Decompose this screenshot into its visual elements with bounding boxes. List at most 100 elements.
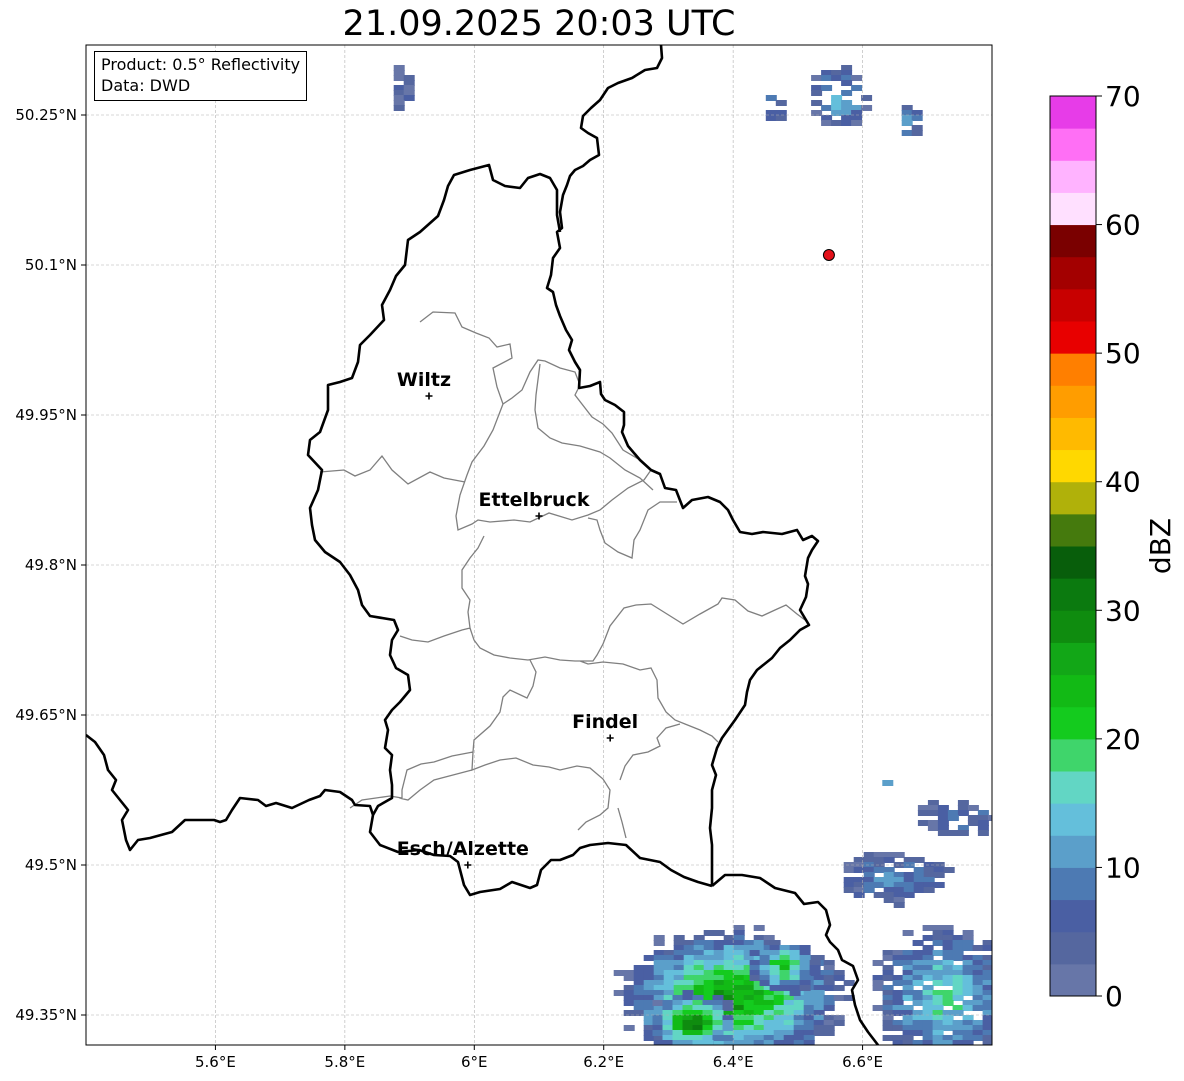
colorbar-segment <box>1050 642 1096 676</box>
lat-tick-label: 50.1°N <box>25 256 77 274</box>
echo-cell <box>952 955 964 961</box>
echo-cell <box>882 1035 894 1041</box>
echo-cell <box>733 1015 745 1021</box>
echo-cell <box>672 1030 684 1036</box>
echo-cell <box>692 1020 704 1026</box>
echo-cell <box>987 815 992 821</box>
echo-cell <box>682 1005 694 1011</box>
echo-cell <box>722 1035 734 1041</box>
echo-cell <box>683 965 695 971</box>
echo-cell <box>933 867 945 873</box>
lon-tick-label: 6.4°E <box>713 1053 754 1071</box>
echo-cell <box>743 1030 755 1036</box>
echo-cell <box>803 1040 815 1045</box>
echo-cell <box>803 1000 815 1006</box>
echo-cell <box>663 1025 675 1031</box>
echo-cell <box>753 1020 765 1026</box>
echo-cell <box>623 970 635 976</box>
echo-cell <box>882 1000 894 1006</box>
lon-tick-label: 6.6°E <box>842 1053 883 1071</box>
echo-cell <box>702 1015 714 1021</box>
echo-cell <box>863 857 875 863</box>
echo-cell <box>773 1015 785 1021</box>
echo-cell <box>663 1035 675 1041</box>
city-markers: Wiltz Ettelbruck Findel Esch/Alzette <box>397 369 638 869</box>
echo-cell <box>773 990 785 996</box>
echo-cell <box>793 965 805 971</box>
echo-cell <box>623 975 635 981</box>
echo-cell <box>712 1030 724 1036</box>
echo-cell <box>753 995 765 1001</box>
echo-cell <box>712 1000 724 1006</box>
echo-cell <box>932 950 944 956</box>
echo-cell <box>773 1030 785 1036</box>
echo-cell <box>943 867 955 873</box>
echo-cell <box>775 115 787 121</box>
echo-cell <box>673 990 685 996</box>
echo-cell <box>799 975 811 981</box>
echo-cell <box>783 965 795 971</box>
echo-cell <box>873 852 885 858</box>
data-source-label: Data: DWD <box>101 76 191 95</box>
echo-cell <box>663 1015 675 1021</box>
echo-cell <box>823 980 835 986</box>
echo-cell <box>912 1030 924 1036</box>
echo-cell <box>962 1015 974 1021</box>
echo-cell <box>722 1025 734 1031</box>
echo-cell <box>993 1000 1004 1006</box>
echo-cell <box>682 1015 694 1021</box>
echo-cell <box>653 985 665 991</box>
echo-cell <box>744 1045 755 1051</box>
echo-cell <box>893 852 905 858</box>
colorbar-segment <box>1050 256 1096 290</box>
echo-cell <box>882 975 894 981</box>
echo-cell <box>972 1000 984 1006</box>
echo-cell <box>653 1035 665 1041</box>
echo-cell <box>693 980 705 986</box>
echo-cell <box>793 975 805 981</box>
lon-tick-label: 5.8°E <box>324 1053 365 1071</box>
echo-cell <box>902 950 914 956</box>
echo-cell <box>713 960 725 966</box>
colorbar-segment <box>1050 96 1096 129</box>
echo-cell <box>803 985 815 991</box>
echo-cell <box>783 975 795 981</box>
echo-cell <box>963 1055 974 1061</box>
colorbar-segment <box>1050 546 1096 579</box>
echo-cell <box>753 945 765 951</box>
city-marker-icon <box>606 734 614 742</box>
echo-cell <box>769 960 781 966</box>
echo-cell <box>982 970 992 976</box>
echo-cell <box>783 980 795 986</box>
echo-cell <box>683 1040 695 1045</box>
lat-tick-label: 49.65°N <box>15 706 77 724</box>
echo-cell <box>673 995 685 1001</box>
echo-cell <box>702 1025 714 1031</box>
echo-cell <box>673 1005 685 1011</box>
echo-cell <box>882 1025 894 1031</box>
echo-cell <box>753 1025 765 1031</box>
echo-cell <box>662 1030 674 1036</box>
echo-cell <box>723 1035 735 1041</box>
echo-cell <box>943 1070 954 1076</box>
echo-cell <box>793 1030 805 1036</box>
echo-cell <box>811 75 823 81</box>
echo-cell <box>947 815 959 821</box>
echo-cell <box>773 1040 785 1045</box>
echo-cell <box>713 1030 725 1036</box>
echo-cell <box>952 940 964 946</box>
echo-cell <box>743 1005 755 1011</box>
echo-cell <box>952 950 964 956</box>
echo-cell <box>753 1005 765 1011</box>
echo-cell <box>883 897 895 903</box>
echo-cell <box>733 925 745 931</box>
echo-cell <box>693 995 705 1001</box>
echo-cell <box>769 955 781 961</box>
echo-cell <box>922 1030 934 1036</box>
echo-cell <box>883 882 895 888</box>
echo-cell <box>703 970 715 976</box>
echo-cell <box>749 965 761 971</box>
echo-cell <box>753 985 765 991</box>
echo-cell <box>892 1025 904 1031</box>
echo-cell <box>813 960 825 966</box>
